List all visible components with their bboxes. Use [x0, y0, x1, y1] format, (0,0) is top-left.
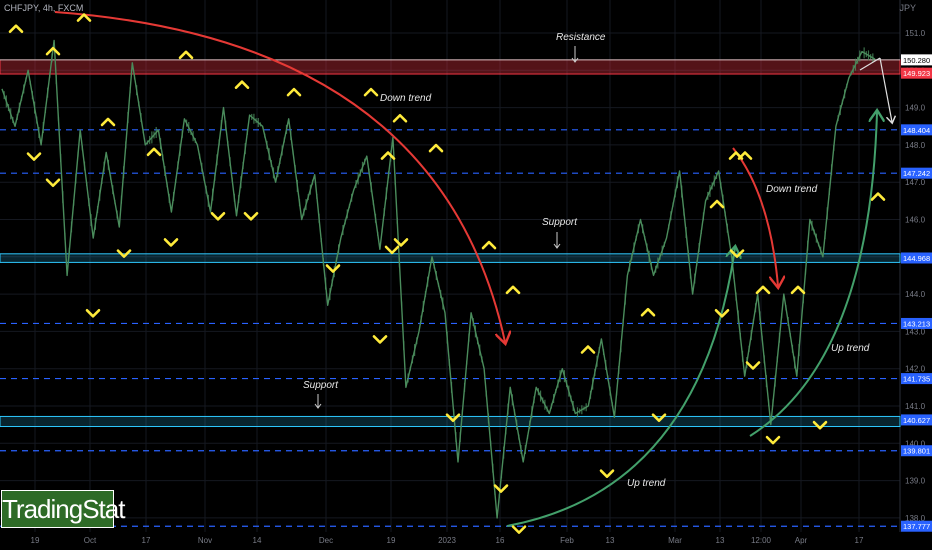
time-tick-label: 19: [387, 536, 396, 545]
time-tick-label: Feb: [560, 536, 574, 545]
annotation-up-trend-1: Up trend: [831, 343, 870, 354]
price-label: 144.968: [903, 254, 930, 263]
time-tick-label: Mar: [668, 536, 682, 545]
price-label: 150.280: [903, 56, 930, 65]
price-tick-label: 146.0: [905, 216, 926, 225]
price-label: 140.627: [903, 416, 930, 425]
price-tick-label: 151.0: [905, 29, 926, 38]
price-label: 137.777: [903, 522, 930, 531]
price-chart[interactable]: Resistance Support Support Down trend Do…: [0, 0, 932, 550]
price-label: 143.213: [903, 319, 930, 328]
time-tick-label: 17: [855, 536, 864, 545]
time-tick-label: 12:00: [751, 536, 772, 545]
time-tick-label: 17: [142, 536, 151, 545]
resistance-zone: [0, 59, 901, 75]
annotation-support-2: Support: [303, 380, 339, 391]
price-tick-label: 144.0: [905, 290, 926, 299]
currency-label: JPY: [899, 3, 916, 13]
time-tick-label: 2023: [438, 536, 456, 545]
annotation-down-trend-1: Down trend: [380, 93, 432, 104]
price-tick-label: 149.0: [905, 104, 926, 113]
time-tick-label: Nov: [198, 536, 212, 545]
time-tick-label: 16: [496, 536, 505, 545]
price-label: 139.801: [903, 447, 930, 456]
price-label: 148.404: [903, 126, 930, 135]
price-label: 149.923: [903, 69, 930, 78]
annotation-resistance: Resistance: [556, 32, 606, 43]
price-tick-label: 139.0: [905, 477, 926, 486]
price-label: 141.735: [903, 375, 930, 384]
tradingstat-logo: TradingStat: [1, 490, 125, 528]
time-tick-label: Oct: [84, 536, 97, 545]
price-tick-label: 141.0: [905, 402, 926, 411]
time-tick-label: Apr: [795, 536, 808, 545]
time-tick-label: 19: [31, 536, 40, 545]
time-tick-label: 13: [716, 536, 725, 545]
symbol-label: CHFJPY, 4h, FXCM: [4, 3, 84, 13]
price-tick-label: 142.0: [905, 365, 926, 374]
price-tick-label: 147.0: [905, 178, 926, 187]
time-tick-label: 13: [606, 536, 615, 545]
support-zone: [0, 253, 901, 263]
time-tick-label: Dec: [319, 536, 333, 545]
annotation-up-trend-2: Up trend: [627, 478, 666, 489]
price-label: 147.242: [903, 169, 930, 178]
price-tick-label: 148.0: [905, 141, 926, 150]
time-tick-label: 14: [253, 536, 262, 545]
annotation-support-1: Support: [542, 217, 578, 228]
annotation-down-trend-2: Down trend: [766, 184, 818, 195]
